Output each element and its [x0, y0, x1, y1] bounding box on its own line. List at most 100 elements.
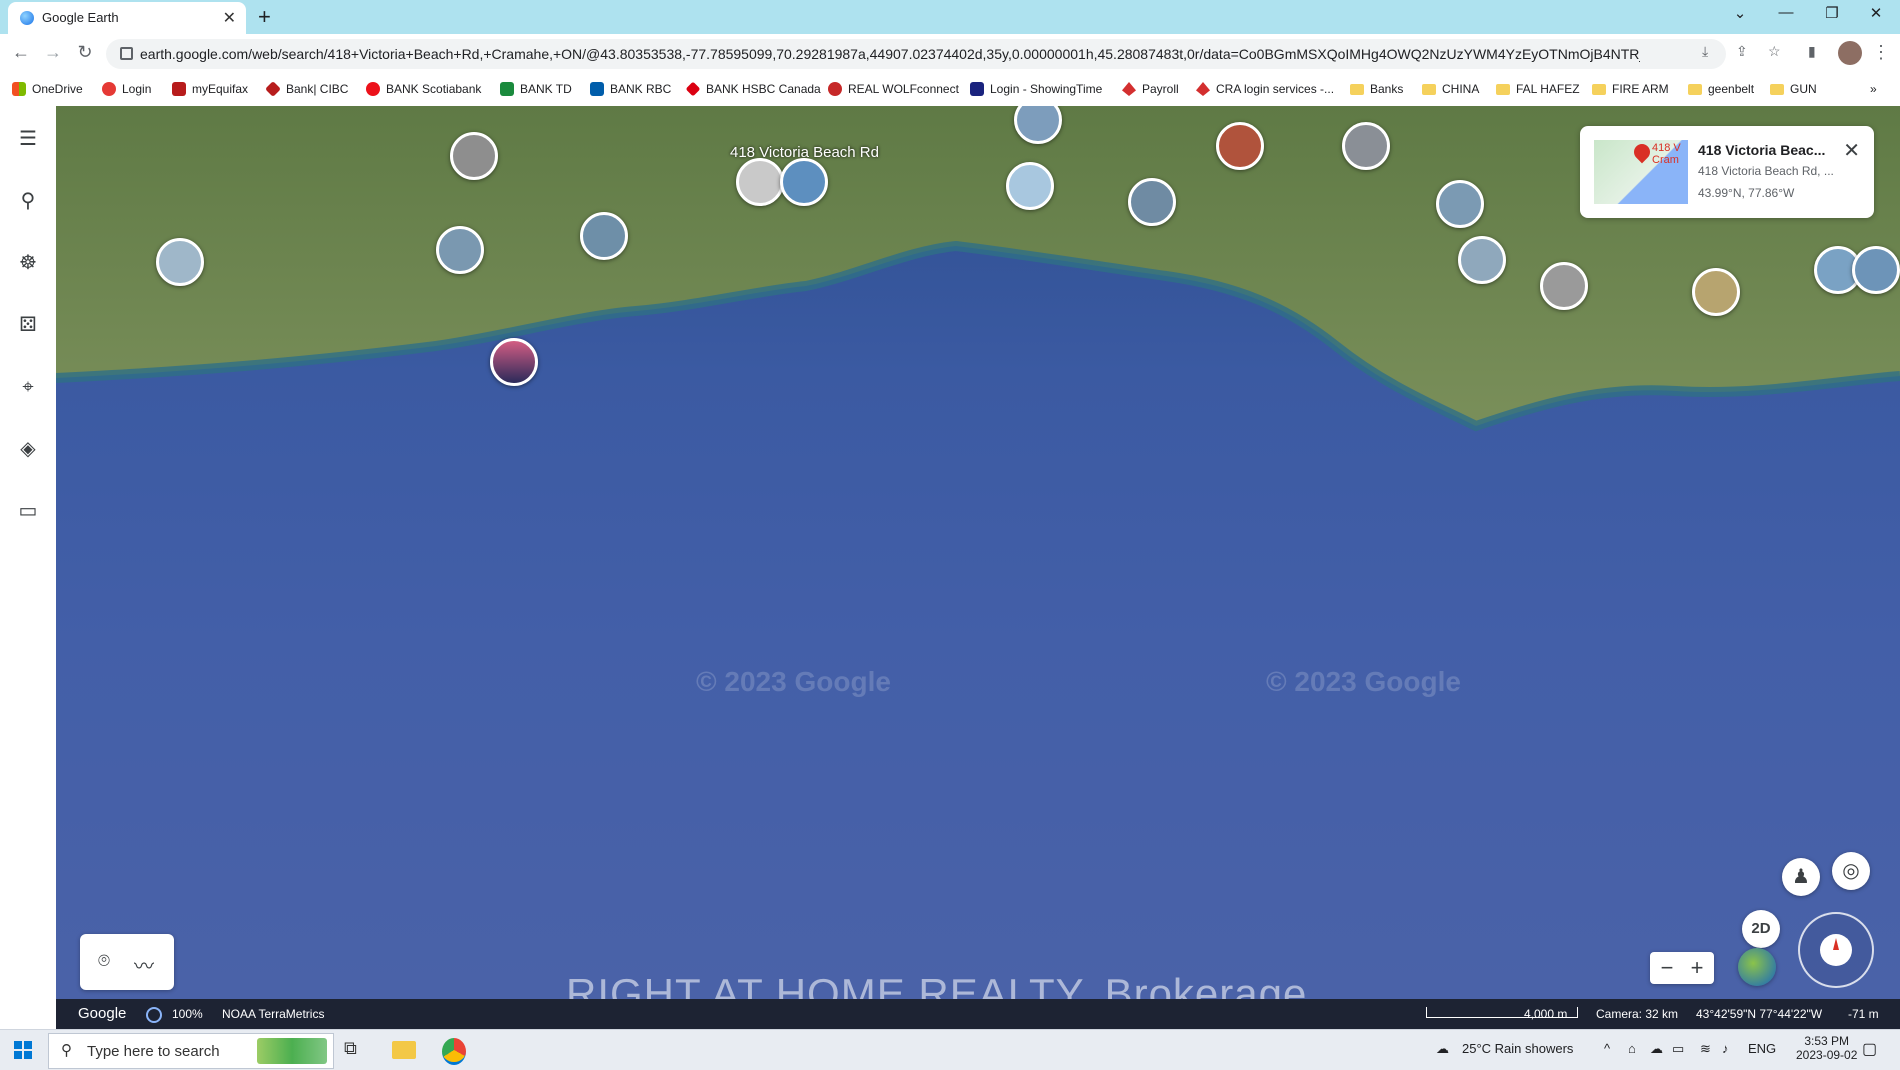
install-icon[interactable]: ⤓: [1702, 43, 1708, 60]
search-icon[interactable]: ⚲: [15, 188, 41, 214]
language-indicator[interactable]: ENG: [1748, 1041, 1776, 1056]
notifications-icon[interactable]: ▢: [1862, 1039, 1877, 1059]
bookmark-folder[interactable]: geenbelt: [1688, 82, 1754, 96]
bookmark-item[interactable]: BANK Scotiabank: [366, 82, 481, 96]
tray-chevron-icon[interactable]: ^: [1604, 1041, 1610, 1056]
bookmark-item[interactable]: myEquifax: [172, 82, 248, 96]
usb-icon[interactable]: ⌂: [1628, 1041, 1636, 1056]
zoom-in-button[interactable]: +: [1682, 955, 1712, 981]
map-style-icon[interactable]: ◈: [15, 436, 41, 462]
onedrive-icon[interactable]: ☁: [1650, 1041, 1663, 1057]
data-credits[interactable]: NOAA TerraMetrics: [222, 1007, 324, 1021]
photo-marker[interactable]: [1342, 122, 1390, 170]
projects-icon[interactable]: ⌖: [15, 374, 41, 400]
bookmark-item[interactable]: OneDrive: [12, 82, 83, 96]
file-explorer-icon[interactable]: [392, 1041, 416, 1059]
2d-toggle-button[interactable]: 2D: [1742, 910, 1780, 948]
bookmark-folder[interactable]: Banks: [1350, 82, 1403, 96]
chrome-menu-icon[interactable]: ⋮: [1868, 42, 1894, 63]
bookmark-item[interactable]: Bank| CIBC: [265, 81, 348, 97]
address-bar[interactable]: earth.google.com/web/search/418+Victoria…: [106, 39, 1726, 69]
my-location-icon[interactable]: ◎: [1832, 852, 1870, 890]
side-panel-icon[interactable]: ▮: [1808, 43, 1816, 60]
photo-marker[interactable]: [1852, 246, 1900, 294]
photo-marker[interactable]: [1128, 178, 1176, 226]
task-view-icon[interactable]: ⧉: [344, 1038, 368, 1062]
compass[interactable]: [1798, 912, 1874, 988]
voyager-icon[interactable]: ☸: [15, 250, 41, 276]
share-icon[interactable]: ⇪: [1736, 43, 1748, 60]
photo-marker[interactable]: [450, 132, 498, 180]
search-highlight-illustration: [257, 1038, 327, 1064]
tab-close-icon[interactable]: ✕: [223, 8, 236, 28]
bookmark-item[interactable]: BANK RBC: [590, 82, 671, 96]
restore-button[interactable]: ❐: [1812, 4, 1852, 22]
photo-marker[interactable]: [580, 212, 628, 260]
zoom-controls: − +: [1650, 952, 1714, 984]
photo-marker[interactable]: [780, 158, 828, 206]
profile-avatar[interactable]: [1838, 41, 1862, 65]
photo-marker[interactable]: [156, 238, 204, 286]
minimize-button[interactable]: —: [1766, 4, 1806, 21]
tab-search-chevron-icon[interactable]: ⌄: [1720, 4, 1760, 22]
bookmark-favicon-icon: [102, 82, 116, 96]
bookmark-item[interactable]: BANK HSBC Canada: [685, 81, 821, 97]
copyright-watermark: © 2023 Google: [696, 666, 891, 697]
search-icon: ⚲: [61, 1042, 72, 1059]
photo-marker[interactable]: [1458, 236, 1506, 284]
bookmark-item[interactable]: Login - ShowingTime: [970, 82, 1102, 96]
close-icon[interactable]: ✕: [1843, 138, 1860, 163]
folder-icon: [1688, 83, 1702, 95]
windows-start-icon[interactable]: [14, 1041, 32, 1059]
earth-viewport[interactable]: © 2023 Google © 2023 Google 418 Victoria…: [56, 106, 1900, 999]
new-tab-button[interactable]: +: [258, 4, 271, 30]
wifi-icon[interactable]: ≋: [1700, 1041, 1711, 1057]
photo-marker[interactable]: [1436, 180, 1484, 228]
url-text[interactable]: earth.google.com/web/search/418+Victoria…: [140, 46, 1640, 62]
feeling-lucky-icon[interactable]: ⚄: [15, 312, 41, 338]
bookmark-star-icon[interactable]: ☆: [1768, 43, 1781, 60]
reload-button[interactable]: ↻: [72, 42, 98, 63]
photo-marker[interactable]: [436, 226, 484, 274]
taskbar-search[interactable]: ⚲ Type here to search: [48, 1033, 334, 1069]
bookmark-item[interactable]: Payroll: [1122, 82, 1179, 96]
close-window-button[interactable]: ✕: [1856, 4, 1896, 22]
bookmark-folder[interactable]: FIRE ARM: [1592, 82, 1669, 96]
bookmark-item[interactable]: REAL WOLFconnect: [828, 82, 959, 96]
back-button[interactable]: ←: [8, 42, 34, 63]
photo-marker[interactable]: [736, 158, 784, 206]
photo-marker[interactable]: [1006, 162, 1054, 210]
battery-icon[interactable]: ▭: [1672, 1041, 1684, 1057]
clock[interactable]: 3:53 PM 2023-09-02: [1796, 1034, 1857, 1062]
place-card[interactable]: 418 V Cram 418 Victoria Beac... 418 Vict…: [1580, 126, 1874, 218]
chrome-icon[interactable]: [442, 1038, 466, 1065]
bookmark-folder[interactable]: FAL HAFEZ: [1496, 82, 1580, 96]
scale-label: 4,000 m: [1524, 1007, 1568, 1021]
bookmark-item[interactable]: BANK TD: [500, 82, 572, 96]
photo-marker[interactable]: [1540, 262, 1588, 310]
bookmark-folder[interactable]: GUN: [1770, 82, 1817, 96]
forward-button[interactable]: →: [40, 42, 66, 63]
globe-icon[interactable]: [1738, 948, 1776, 986]
photo-marker[interactable]: [1692, 268, 1740, 316]
bookmark-folder[interactable]: CHINA: [1422, 82, 1479, 96]
measure-icon[interactable]: ▭: [15, 498, 41, 524]
apps-icon: [12, 82, 26, 96]
volume-icon[interactable]: ♪: [1722, 1041, 1729, 1056]
add-placemark-icon[interactable]: ⌾: [98, 950, 110, 973]
clock-date: 2023-09-02: [1796, 1048, 1858, 1062]
zoom-out-button[interactable]: −: [1652, 955, 1682, 981]
bookmarks-overflow-button[interactable]: »: [1870, 82, 1877, 96]
bookmark-item[interactable]: CRA login services -...: [1196, 82, 1334, 96]
photo-marker[interactable]: [1216, 122, 1264, 170]
compass-needle-icon: [1833, 938, 1839, 950]
photo-marker[interactable]: [490, 338, 538, 386]
weather-status[interactable]: 25°C Rain showers: [1462, 1041, 1573, 1056]
menu-icon[interactable]: ☰: [15, 126, 41, 152]
tab-google-earth[interactable]: Google Earth ✕: [8, 2, 246, 34]
weather-icon[interactable]: ☁: [1436, 1041, 1449, 1057]
bookmark-item[interactable]: Login: [102, 82, 151, 96]
draw-path-icon[interactable]: 〰: [134, 950, 154, 979]
tab-strip: Google Earth ✕ + ⌄ — ❐ ✕: [0, 0, 1900, 34]
pegman-icon[interactable]: ♟: [1782, 858, 1820, 896]
